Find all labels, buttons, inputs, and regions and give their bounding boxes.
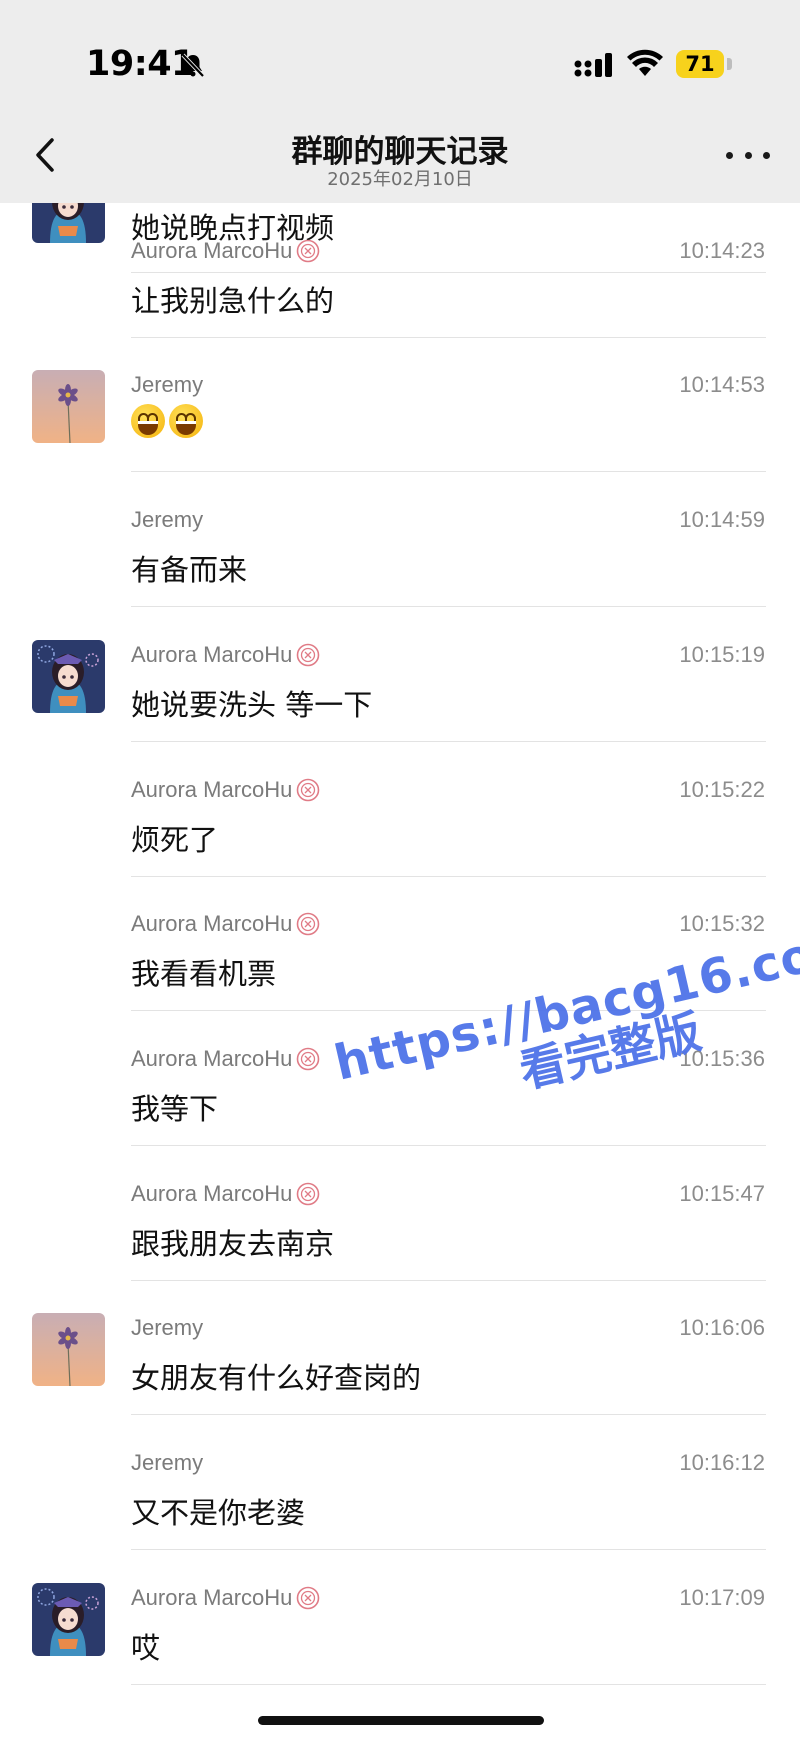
top-bar: 19:41 71 群聊的聊天记录 2025年02月10日 (0, 0, 800, 203)
message-text[interactable]: 她说要洗头 等一下 (131, 682, 372, 724)
more-options-button[interactable] (726, 140, 770, 170)
sender-name: Aurora MarcoHu (131, 1046, 320, 1072)
flower-avatar-image (32, 1313, 105, 1387)
chat-date: 2025年02月10日 (327, 169, 473, 190)
grinning-face-emoji-pair (131, 404, 203, 439)
sender-name-text: Aurora MarcoHu (131, 1045, 293, 1071)
avatar[interactable] (32, 370, 105, 444)
sender-name: Aurora MarcoHu (131, 1585, 320, 1611)
status-time: 19:41 (86, 44, 195, 84)
sender-name-text: Aurora MarcoHu (131, 641, 293, 667)
avatar[interactable] (32, 1313, 105, 1387)
sender-name: Aurora MarcoHu (131, 238, 320, 264)
dot-icon (744, 151, 752, 159)
honor-badge-icon (297, 239, 320, 262)
avatar[interactable] (32, 639, 105, 713)
sender-name: Jeremy (131, 1450, 203, 1476)
message-time: 10:16:06 (679, 1315, 765, 1341)
battery-indicator: 71 (676, 50, 724, 78)
sender-name-text: Jeremy (131, 372, 204, 398)
dot-icon (726, 151, 733, 159)
silent-bell-icon (181, 53, 205, 78)
sender-name-text: Aurora MarcoHu (131, 776, 293, 802)
message-text[interactable]: 烦死了 (131, 817, 218, 859)
grinning-face-icon (131, 404, 165, 439)
chat-message-row[interactable]: Jeremy 10:16:06 女朋友有什么好查岗的 (0, 1281, 800, 1416)
honor-badge-icon (297, 1047, 320, 1071)
sender-name: Aurora MarcoHu (131, 777, 320, 803)
sender-name-text: Aurora MarcoHu (131, 237, 293, 263)
message-time: 10:14:23 (679, 237, 765, 263)
message-time: 10:14:53 (679, 372, 765, 398)
chat-message-row[interactable]: Aurora MarcoHu 10:15:22 烦死了 (0, 743, 800, 877)
honor-badge-icon (297, 778, 320, 801)
sender-name: Aurora MarcoHu (131, 911, 320, 937)
message-time: 10:15:22 (679, 776, 765, 802)
sender-name-text: Aurora MarcoHu (131, 1584, 293, 1610)
chat-message-row[interactable]: Jeremy 10:14:59 有备而来 (0, 473, 800, 608)
sender-name-text: Aurora MarcoHu (131, 1180, 293, 1206)
message-time: 10:14:59 (679, 507, 765, 533)
anime-girl-avatar-image (32, 1582, 105, 1656)
sender-name-text: Aurora MarcoHu (131, 911, 293, 937)
message-text[interactable]: 跟我朋友去南京 (131, 1221, 334, 1263)
grinning-face-icon (169, 404, 203, 439)
message-time: 10:16:12 (679, 1450, 765, 1475)
chat-message-row[interactable]: Aurora MarcoHu 10:15:47 跟我朋友去南京 (0, 1147, 800, 1281)
honor-badge-icon (297, 1182, 320, 1205)
anime-girl-avatar-image (32, 639, 105, 713)
honor-badge-icon (297, 643, 320, 667)
battery-cap (727, 58, 732, 70)
sender-name: Jeremy (131, 507, 203, 533)
dot-icon (763, 151, 770, 159)
divider (131, 1683, 766, 1685)
chat-message-row[interactable]: Aurora MarcoHu 10:17:09 哎 (0, 1551, 800, 1685)
message-text[interactable]: 哎 (131, 1625, 160, 1667)
wifi-icon (627, 49, 663, 76)
message-time: 10:15:19 (679, 641, 765, 667)
message-text[interactable]: 女朋友有什么好查岗的 (131, 1355, 421, 1397)
chat-message-row[interactable]: Aurora MarcoHu 10:14:23 让我别急什么的 (0, 204, 800, 338)
message-text[interactable]: 又不是你老婆 (131, 1490, 305, 1532)
message-text[interactable] (131, 404, 203, 439)
sender-name-text: Jeremy (131, 1450, 204, 1475)
flower-avatar-image (32, 370, 105, 444)
honor-badge-icon (297, 912, 320, 936)
chat-message-row[interactable]: Aurora MarcoHu 10:15:19 她说要洗头 等一下 (0, 608, 800, 742)
message-time: 10:15:47 (679, 1180, 765, 1206)
message-text[interactable]: 有备而来 (131, 547, 247, 589)
message-time: 10:15:32 (679, 911, 765, 937)
avatar[interactable] (32, 1582, 105, 1656)
message-time: 10:17:09 (679, 1584, 765, 1610)
sender-name: Aurora MarcoHu (131, 1181, 320, 1207)
chat-message-row[interactable]: Jeremy 10:14:53 (0, 338, 800, 473)
sender-name-text: Jeremy (131, 507, 204, 533)
message-text[interactable]: 让我别急什么的 (131, 278, 334, 320)
sender-name: Jeremy (131, 1315, 203, 1341)
message-text[interactable]: 我看看机票 (131, 951, 276, 993)
signal-icon (574, 53, 612, 77)
chat-message-row[interactable]: Jeremy 10:16:12 又不是你老婆 (0, 1416, 800, 1550)
sender-name-text: Jeremy (131, 1315, 204, 1341)
sender-name: Aurora MarcoHu (131, 642, 320, 668)
message-text[interactable]: 我等下 (131, 1086, 218, 1128)
sender-name: Jeremy (131, 372, 203, 398)
home-indicator[interactable] (258, 1716, 544, 1725)
honor-badge-icon (297, 1586, 320, 1609)
